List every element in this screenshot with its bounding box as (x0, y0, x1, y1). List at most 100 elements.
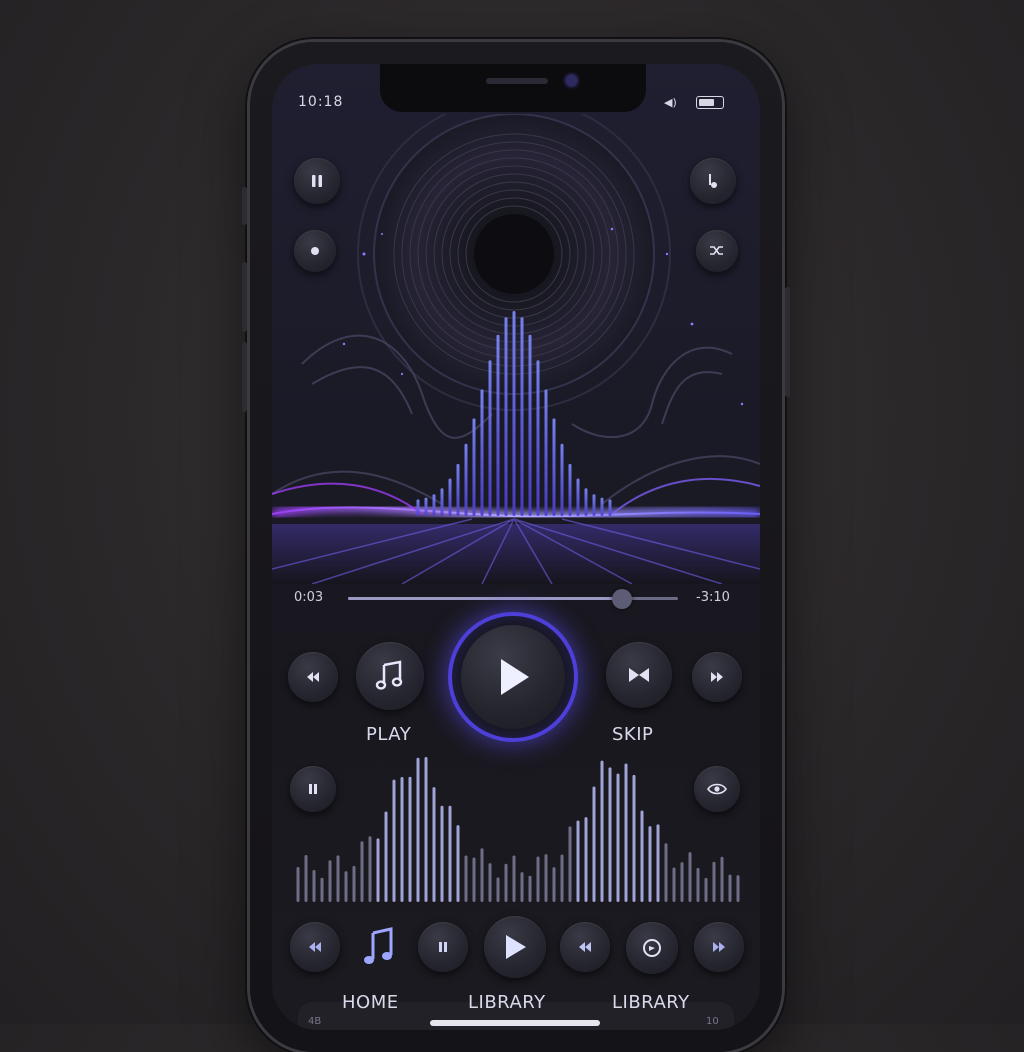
eq-bar (728, 874, 732, 902)
earpiece (486, 78, 548, 84)
pause-icon[interactable] (294, 158, 340, 204)
visual-bar (440, 488, 444, 516)
eq-bar (592, 786, 596, 902)
eq-bar (456, 825, 460, 902)
eq-bar (552, 867, 556, 902)
elapsed-time: 0:03 (294, 590, 324, 605)
volume-status-icon: ◀) (664, 96, 677, 109)
shuffle-icon[interactable] (696, 230, 738, 272)
eq-bar (680, 862, 684, 902)
eq-bar (304, 855, 308, 902)
eq-bar (656, 824, 660, 902)
eq-bar (472, 857, 476, 902)
play-icon (501, 659, 529, 695)
visual-bar (592, 494, 596, 516)
eq-bar (488, 863, 492, 902)
screen: 10:18 ◀) 0:03 -3:10 PLAY SKIP HOME LIBRA… (272, 64, 760, 1030)
eq-bar (696, 867, 700, 902)
eq-bar (328, 860, 332, 902)
eq-bar (336, 855, 340, 902)
visual-bar (472, 418, 476, 516)
eq-bar (600, 760, 604, 902)
phone-frame: 10:18 ◀) 0:03 -3:10 PLAY SKIP HOME LIBRA… (242, 42, 790, 1052)
visual-bar (488, 360, 492, 516)
front-camera (566, 75, 577, 86)
eq-bar (296, 866, 300, 902)
visual-bar (504, 317, 508, 516)
eq-bar (688, 852, 692, 902)
eq-bar (648, 826, 652, 902)
battery-icon (696, 96, 724, 109)
eq-bar (432, 787, 436, 902)
visual-bar (480, 389, 484, 516)
visual-bar (584, 488, 588, 516)
eq-bar (664, 843, 668, 902)
eq-bar (504, 863, 508, 902)
visual-bar (464, 443, 468, 516)
play-button-inner (461, 625, 565, 729)
nav-headphones-icon[interactable] (626, 922, 678, 974)
fast-forward-button[interactable] (692, 652, 742, 702)
visual-bar (528, 334, 532, 516)
eq-bar (312, 869, 316, 902)
note-icon[interactable] (690, 158, 736, 204)
progress-thumb[interactable] (611, 589, 632, 609)
bottom-right-text: 10 (706, 1016, 719, 1027)
rewind-button[interactable] (288, 652, 338, 702)
remaining-time: -3:10 (696, 590, 730, 605)
eq-bar (440, 805, 444, 902)
eq-bar (376, 838, 380, 902)
skip-button[interactable] (606, 642, 672, 708)
nav-rewind-button[interactable] (290, 922, 340, 972)
eq-bar (392, 779, 396, 902)
bottom-left-text: 4B (308, 1016, 322, 1027)
home-indicator[interactable] (430, 1020, 600, 1026)
eq-bar (400, 776, 404, 902)
eq-bar (416, 757, 420, 902)
eq-bar (704, 877, 708, 902)
eq-bar (640, 810, 644, 902)
eq-bar (608, 767, 612, 902)
notch (380, 64, 646, 112)
visual-bar (520, 317, 524, 516)
play-label: PLAY (366, 724, 412, 745)
eq-bar (576, 820, 580, 902)
visual-bar (496, 334, 500, 516)
skip-label: SKIP (612, 724, 654, 745)
audio-visualization (272, 114, 760, 584)
record-icon[interactable] (294, 230, 336, 272)
nav-forward-button[interactable] (694, 922, 744, 972)
eq-bar (384, 811, 388, 902)
nav-pause-button[interactable] (418, 922, 468, 972)
eq-bar (736, 875, 740, 902)
equalizer (296, 756, 740, 902)
volume-up-button (242, 262, 247, 332)
nav-music-icon[interactable] (356, 922, 402, 972)
visual-bar (432, 494, 436, 516)
nav-back-button[interactable] (560, 922, 610, 972)
visual-bar (600, 497, 604, 516)
eq-bar (512, 855, 516, 902)
eq-bar (464, 855, 468, 902)
visual-bar (416, 499, 420, 516)
eq-bar (624, 763, 628, 902)
eq-bar (584, 817, 588, 902)
eq-bar (672, 867, 676, 902)
eq-bar (496, 877, 500, 902)
power-button (785, 287, 790, 397)
eq-bar (352, 865, 356, 902)
status-time: 10:18 (298, 94, 344, 110)
nav-play-button[interactable] (484, 916, 546, 978)
music-note-button[interactable] (356, 642, 424, 710)
eq-bar (544, 854, 548, 902)
eq-bar (568, 826, 572, 902)
eq-bar (320, 877, 324, 902)
progress-bar[interactable] (348, 589, 678, 609)
eq-bar (632, 774, 636, 902)
visual-bar (424, 497, 428, 516)
eq-bar (720, 856, 724, 902)
eq-bar (560, 854, 564, 902)
visual-bar (552, 418, 556, 516)
eq-bar (616, 773, 620, 902)
play-button[interactable] (452, 616, 574, 738)
